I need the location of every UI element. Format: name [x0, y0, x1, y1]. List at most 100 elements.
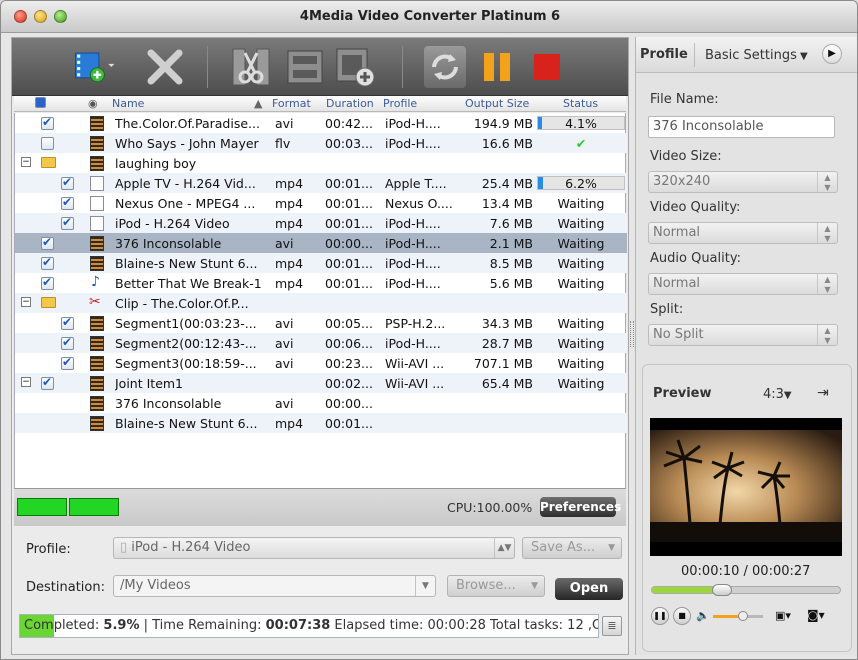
select-all-checkbox[interactable] [35, 97, 46, 108]
snapshot-export-icon[interactable]: ⇥ [817, 385, 829, 401]
table-row[interactable]: Segment3(00:18:59-... avi 00:23... Wii-AVI … [15, 353, 627, 373]
film-icon [90, 336, 104, 351]
table-row[interactable]: 376 Inconsolable avi 00:00... iPod-H.... 2.1… [15, 233, 627, 253]
stop-playback-button[interactable]: ■ [673, 607, 691, 625]
pause-icon [484, 53, 510, 81]
task-status: Waiting [557, 276, 605, 291]
row-checkbox[interactable] [41, 115, 54, 130]
column-header-status[interactable]: Status [563, 97, 598, 110]
task-name: Segment2(00:12:43-... [115, 336, 257, 351]
row-checkbox[interactable] [61, 335, 74, 350]
basic-settings-dropdown[interactable]: Basic Settings ▼ [705, 48, 808, 63]
task-status: Waiting [557, 356, 605, 371]
table-row[interactable]: Segment1(00:03:23-... avi 00:05... PSP-H.2.… [15, 313, 627, 333]
table-row[interactable]: iPod - H.264 Video mp4 00:01... iPod-H.... 7… [15, 213, 627, 233]
group-row[interactable]: − laughing boy [15, 153, 627, 173]
browse-button[interactable]: Browse... ▼ [447, 575, 545, 597]
open-button[interactable]: Open [555, 578, 623, 600]
split-select[interactable]: No Split ▲ ▼ [648, 324, 838, 346]
video-quality-select[interactable]: Normal ▲ ▼ [648, 222, 838, 244]
table-row[interactable]: Segment2(00:12:43-... avi 00:06... iPod-H..… [15, 333, 627, 353]
collapse-toggle-icon[interactable]: − [21, 297, 31, 307]
audio-quality-select[interactable]: Normal ▲ ▼ [648, 273, 838, 295]
table-row[interactable]: Apple TV - H.264 Vid... mp4 00:01... Apple … [15, 173, 627, 193]
row-checkbox[interactable] [41, 275, 54, 290]
stop-icon [534, 54, 560, 80]
task-duration: 00:01... [325, 176, 373, 191]
add-segment-button[interactable] [334, 46, 376, 88]
seek-bar[interactable] [651, 584, 841, 596]
table-row[interactable]: Nexus One - MPEG4 ... mp4 00:01... Nexus O.… [15, 193, 627, 213]
table-row[interactable]: 376 Inconsolable avi 00:00... [15, 393, 627, 413]
next-panel-button[interactable]: ▶ [822, 44, 842, 64]
clip-button[interactable] [230, 46, 272, 88]
task-output-size: 16.6 MB [481, 136, 533, 151]
pause-button[interactable] [476, 46, 518, 88]
column-header-profile[interactable]: Profile [383, 97, 417, 110]
task-duration: 00:01... [325, 256, 373, 271]
remove-button[interactable] [144, 46, 186, 88]
play-button[interactable]: ❚❚ [651, 607, 669, 625]
row-checkbox[interactable] [61, 195, 74, 210]
file-name-input[interactable]: 376 Inconsolable [648, 116, 835, 138]
merge-button[interactable] [284, 46, 326, 88]
table-row[interactable]: Who Says - John Mayer flv 00:03... iPod-H..… [15, 133, 627, 153]
table-row[interactable]: The.Color.Of.Paradise... avi 00:42... iPod-… [15, 113, 627, 133]
row-checkbox[interactable] [41, 235, 54, 250]
destination-field[interactable]: /My Videos ▼ [113, 575, 436, 597]
display-mode-icon[interactable]: ▣▾ [775, 609, 791, 622]
task-format: mp4 [275, 256, 304, 271]
task-status: Waiting [557, 256, 605, 271]
row-checkbox[interactable] [41, 137, 54, 150]
seek-handle[interactable] [712, 584, 732, 596]
chevron-down-icon: ▼ [415, 576, 435, 596]
convert-button[interactable] [424, 46, 466, 88]
aspect-ratio-dropdown[interactable]: 4:3▼ [763, 387, 792, 402]
task-profile: iPod-H.... [385, 336, 441, 351]
column-header-name[interactable]: Name [112, 97, 144, 110]
toolbar [12, 38, 628, 96]
preferences-button[interactable]: Preferences [540, 497, 621, 517]
group-row[interactable]: − ✂ Clip - The.Color.Of.P... [15, 293, 627, 313]
task-list: The.Color.Of.Paradise... avi 00:42... iPod-… [14, 113, 627, 488]
splitter[interactable] [630, 321, 634, 347]
column-header-duration[interactable]: Duration [326, 97, 374, 110]
chevron-updown-icon: ▲▼ [817, 172, 837, 192]
group-row[interactable]: − Joint Item1 00:02... Wii-AVI ... 65.4 MB Wa… [15, 373, 627, 393]
table-row[interactable]: Blaine-s New Stunt 6... mp4 00:01... iPod-H… [15, 253, 627, 273]
task-output-size: 8.5 MB [489, 256, 533, 271]
add-video-button[interactable] [74, 46, 116, 88]
stop-button[interactable] [526, 46, 568, 88]
task-format: avi [275, 396, 294, 411]
preview-panel: Preview 4:3▼ ⇥ 00:00:10 / 00:00:27 ❚❚ ■ … [642, 364, 852, 652]
camera-icon[interactable]: ◙▾ [807, 608, 825, 622]
volume-handle[interactable] [738, 611, 748, 621]
task-format: avi [275, 356, 294, 371]
task-name: Segment3(00:18:59-... [115, 356, 257, 371]
row-checkbox[interactable] [61, 315, 74, 330]
table-row[interactable]: ♪ Better That We Break-1 mp4 00:01... iPod-H… [15, 273, 627, 293]
row-checkbox[interactable] [61, 215, 74, 230]
task-profile: PSP-H.2... [385, 316, 446, 331]
window-title: 4Media Video Converter Platinum 6 [299, 9, 561, 24]
profile-select[interactable]: ▯ iPod - H.264 Video ▲▼ [113, 537, 515, 559]
table-row[interactable]: Blaine-s New Stunt 6... mp4 00:01... [15, 413, 627, 433]
column-header-output-size[interactable]: Output Size [465, 97, 529, 110]
row-checkbox[interactable] [41, 255, 54, 270]
profile-tab[interactable]: Profile [640, 47, 688, 62]
video-size-select[interactable]: 320x240 ▲ ▼ [648, 171, 838, 193]
row-checkbox[interactable] [61, 175, 74, 190]
chevron-down-icon: ▼ [531, 581, 538, 591]
row-checkbox[interactable] [41, 375, 54, 390]
row-checkbox[interactable] [61, 355, 74, 370]
task-output-size: 65.4 MB [481, 376, 533, 391]
log-button[interactable]: ≣ [602, 616, 622, 636]
volume-slider[interactable] [713, 611, 763, 621]
video-file-icon [90, 196, 104, 211]
folder-icon [41, 157, 56, 168]
column-header-format[interactable]: Format [272, 97, 311, 110]
save-as-button[interactable]: Save As... ▼ [522, 537, 622, 559]
collapse-toggle-icon[interactable]: − [21, 377, 31, 387]
collapse-toggle-icon[interactable]: − [21, 157, 31, 167]
video-file-icon [90, 216, 104, 231]
